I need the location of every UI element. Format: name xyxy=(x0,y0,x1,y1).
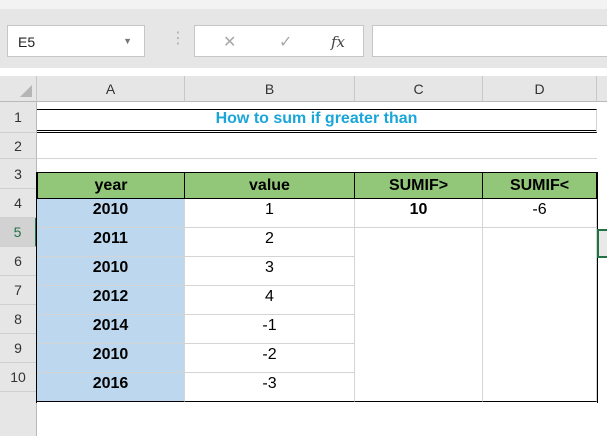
row-header-8[interactable]: 8 xyxy=(0,305,37,334)
row-header-4[interactable]: 4 xyxy=(0,189,37,218)
column-c-last[interactable] xyxy=(355,373,483,402)
row-header-5[interactable]: 5 xyxy=(0,218,37,247)
column-d-blank[interactable] xyxy=(483,228,597,373)
row-header-3[interactable]: 3 xyxy=(0,159,37,189)
column-d-last[interactable] xyxy=(483,373,597,402)
year-cell[interactable]: 2014 xyxy=(37,315,185,344)
year-cell[interactable]: 2010 xyxy=(37,199,185,228)
value-cell[interactable]: 3 xyxy=(185,257,355,286)
name-box[interactable]: E5 ▼ xyxy=(7,25,145,57)
column-header-d[interactable]: D xyxy=(483,76,597,102)
row-blank-below xyxy=(37,402,607,436)
row-header-7[interactable]: 7 xyxy=(0,276,37,305)
table-left-border xyxy=(36,172,37,403)
value-cell[interactable]: -3 xyxy=(185,373,355,402)
column-header-a[interactable]: A xyxy=(37,76,185,102)
chevron-down-icon[interactable]: ▼ xyxy=(123,36,132,46)
row-header-6[interactable]: 6 xyxy=(0,247,37,276)
header-value[interactable]: value xyxy=(185,172,355,199)
select-all-corner[interactable] xyxy=(0,76,37,102)
header-year[interactable]: year xyxy=(37,172,185,199)
column-c-blank[interactable] xyxy=(355,228,483,373)
value-cell[interactable]: 2 xyxy=(185,228,355,257)
column-header-e[interactable] xyxy=(597,76,607,102)
name-box-value: E5 xyxy=(18,34,36,50)
select-all-icon xyxy=(20,85,32,97)
row-header-9[interactable]: 9 xyxy=(0,334,37,363)
year-cell[interactable]: 2012 xyxy=(37,286,185,315)
value-cell[interactable]: -1 xyxy=(185,315,355,344)
row-1-top xyxy=(37,102,597,109)
column-header-b[interactable]: B xyxy=(185,76,355,102)
active-cell-e5[interactable] xyxy=(597,229,607,258)
title-cell[interactable]: How to sum if greater than xyxy=(37,109,597,133)
year-cell[interactable]: 2010 xyxy=(37,344,185,373)
header-sumif-less[interactable]: SUMIF< xyxy=(483,172,597,199)
year-cell[interactable]: 2016 xyxy=(37,373,185,402)
header-sumif-greater[interactable]: SUMIF> xyxy=(355,172,483,199)
drag-handle-icon[interactable]: ⋮ xyxy=(170,28,186,48)
formula-bar: E5 ▼ ⋮ ✕ ✓ fx xyxy=(0,0,607,68)
year-cell[interactable]: 2010 xyxy=(37,257,185,286)
spreadsheet-grid: A B C D 1 2 3 4 5 6 7 8 9 10 How to sum … xyxy=(0,76,607,436)
formula-input[interactable] xyxy=(372,25,607,57)
row-header-2[interactable]: 2 xyxy=(0,133,37,159)
value-cell[interactable]: 4 xyxy=(185,286,355,315)
row-header-blank xyxy=(0,392,37,436)
year-cell[interactable]: 2011 xyxy=(37,228,185,257)
row-2-blank[interactable] xyxy=(37,133,597,159)
row-header-1[interactable]: 1 xyxy=(0,102,37,133)
table-right-border xyxy=(597,172,598,403)
enter-icon[interactable]: ✓ xyxy=(279,32,292,52)
sumif-greater-result[interactable]: 10 xyxy=(355,199,483,228)
value-cell[interactable]: 1 xyxy=(185,199,355,228)
formula-buttons: ✕ ✓ fx xyxy=(194,25,364,57)
sumif-less-result[interactable]: -6 xyxy=(483,199,597,228)
row-header-10[interactable]: 10 xyxy=(0,363,37,392)
cancel-icon[interactable]: ✕ xyxy=(223,32,236,52)
ribbon-edge xyxy=(0,0,607,9)
column-header-c[interactable]: C xyxy=(355,76,483,102)
insert-function-icon[interactable]: fx xyxy=(331,33,345,51)
value-cell[interactable]: -2 xyxy=(185,344,355,373)
